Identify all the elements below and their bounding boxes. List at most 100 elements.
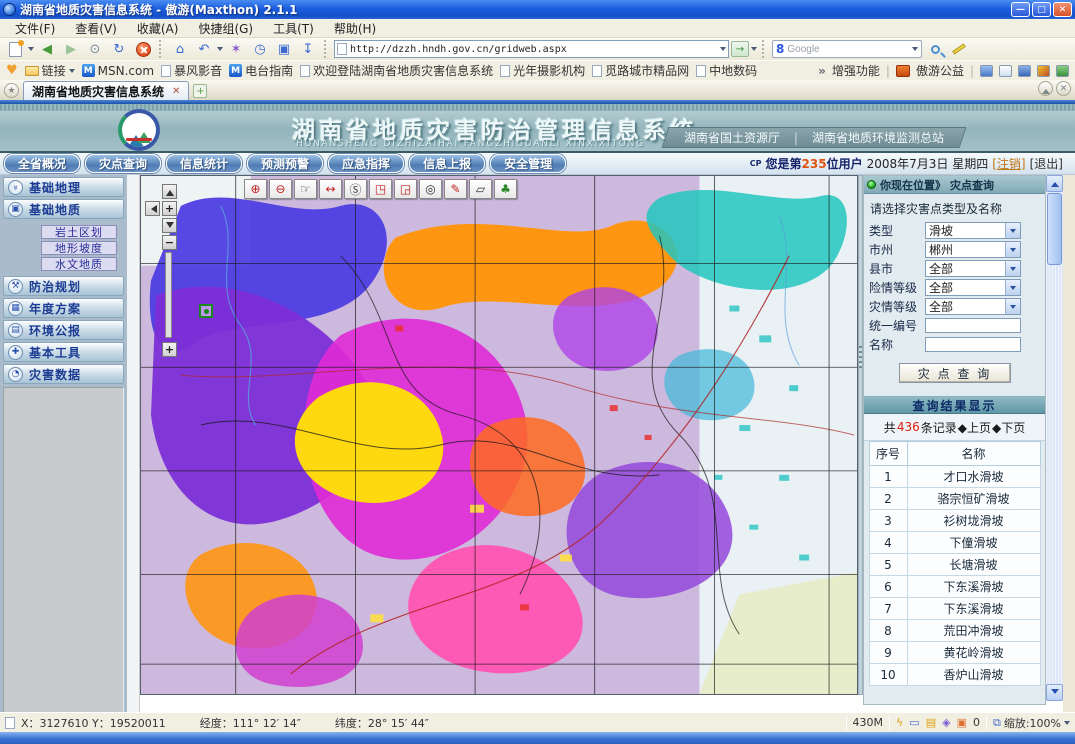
menu-favorites[interactable]: 收藏(A): [128, 19, 188, 38]
prev-page-link[interactable]: ◆上页: [958, 419, 991, 436]
undo-dropdown-icon[interactable]: [217, 47, 223, 54]
go-dropdown-icon[interactable]: [751, 47, 757, 54]
search-box[interactable]: 8: [772, 40, 922, 58]
risk-level-select[interactable]: 全部: [925, 279, 1021, 296]
zoom-step-in-button[interactable]: +: [162, 201, 177, 216]
exit-link[interactable]: [退出]: [1030, 155, 1063, 172]
zoom-dropdown-icon[interactable]: [1064, 721, 1070, 728]
result-row[interactable]: 6下东溪滑坡: [869, 576, 1040, 598]
search-dropdown-icon[interactable]: [912, 47, 918, 54]
nav-tab-emergency[interactable]: 应急指挥: [328, 154, 404, 173]
sidebar-item-base-geology[interactable]: ▣ 基础地质: [3, 199, 124, 219]
image-blocker-icon[interactable]: ▣: [957, 716, 967, 729]
stop-button[interactable]: [132, 40, 154, 59]
map-canvas[interactable]: [141, 176, 857, 694]
nav-tab-overview[interactable]: 全省概况: [4, 154, 80, 173]
link-zhongdi[interactable]: 中地数码: [696, 62, 757, 79]
menu-file[interactable]: 文件(F): [6, 19, 64, 38]
address-input[interactable]: [350, 44, 717, 55]
panels-button[interactable]: ▣: [273, 40, 295, 59]
identify-button[interactable]: ◎: [419, 179, 442, 199]
result-row[interactable]: 1才口水滑坡: [869, 466, 1040, 488]
link-baofeng[interactable]: 暴风影音: [161, 62, 222, 79]
link-msn[interactable]: M MSN.com: [82, 64, 154, 78]
search-engine-icon[interactable]: 8: [776, 42, 784, 56]
nav-tab-security[interactable]: 安全管理: [490, 154, 566, 173]
menu-view[interactable]: 查看(V): [66, 19, 126, 38]
sidebar-subitem-hydrogeology[interactable]: 水文地质: [41, 257, 117, 271]
city-select[interactable]: 郴州: [925, 241, 1021, 258]
zoom-slider[interactable]: [165, 252, 172, 338]
zoom-slider-plus-button[interactable]: +: [162, 342, 177, 357]
layers-icon[interactable]: [1018, 65, 1031, 77]
menu-help[interactable]: 帮助(H): [325, 19, 385, 38]
stack-icon[interactable]: ▤: [926, 716, 936, 729]
link-radio[interactable]: M 电台指南: [229, 62, 293, 79]
next-page-link[interactable]: ◆下页: [992, 419, 1025, 436]
sidebar-item-env-bulletin[interactable]: ▤ 环境公报: [3, 320, 124, 340]
tabbar-up-button[interactable]: [1038, 81, 1053, 96]
pan-left-button[interactable]: [145, 201, 160, 216]
charity-icon[interactable]: [896, 65, 910, 77]
pan-button[interactable]: ☞: [294, 179, 317, 199]
search-input[interactable]: [787, 44, 909, 55]
sidebar-item-disaster-data[interactable]: ◔ 灾害数据: [3, 364, 124, 384]
code-input[interactable]: [925, 318, 1021, 333]
search-button[interactable]: [924, 40, 946, 59]
zoom-step-out-button[interactable]: −: [162, 235, 177, 250]
dept-link-land-resources[interactable]: 湖南省国土资源厅: [684, 129, 780, 146]
disaster-level-select[interactable]: 全部: [925, 298, 1021, 315]
window-icon[interactable]: [999, 65, 1012, 77]
scroll-down-button[interactable]: [1046, 684, 1063, 701]
download-button[interactable]: ↧: [297, 40, 319, 59]
link-city[interactable]: 觅路城市精品网: [592, 62, 689, 79]
magic-fill-button[interactable]: ✶: [225, 40, 247, 59]
result-row[interactable]: 9黄花岭滑坡: [869, 642, 1040, 664]
nav-tab-info-report[interactable]: 信息上报: [409, 154, 485, 173]
new-tab-button[interactable]: [4, 40, 26, 59]
close-button[interactable]: ✕: [1053, 2, 1072, 17]
zoom-control[interactable]: ⧉ 缩放:100%: [993, 715, 1070, 731]
sidebar-item-prevention-plan[interactable]: ⚒ 防治规划: [3, 276, 124, 296]
active-tab[interactable]: 湖南省地质灾害信息系统 ✕: [23, 81, 189, 100]
result-row[interactable]: 4下僮滑坡: [869, 532, 1040, 554]
chevron-down-icon[interactable]: [1005, 223, 1020, 238]
chevron-down-icon[interactable]: [1005, 280, 1020, 295]
link-photo[interactable]: 光年摄影机构: [500, 62, 585, 79]
sidebar-splitter[interactable]: [127, 175, 140, 712]
menu-tools[interactable]: 工具(T): [264, 19, 323, 38]
result-row[interactable]: 7下东溪滑坡: [869, 598, 1040, 620]
measure-distance-button[interactable]: ↔: [319, 179, 342, 199]
history-button[interactable]: ◷: [249, 40, 271, 59]
result-row[interactable]: 3衫树垅滑坡: [869, 510, 1040, 532]
nav-tab-disaster-query[interactable]: 灾点查询: [85, 154, 161, 173]
more-links-button[interactable]: »: [818, 64, 826, 78]
stats-icon[interactable]: [1056, 65, 1069, 77]
favorites-heart-icon[interactable]: ♥: [6, 63, 18, 78]
clear-selection-button[interactable]: ◲: [394, 179, 417, 199]
zoom-in-button[interactable]: ⊕: [244, 179, 267, 199]
address-dropdown-icon[interactable]: [720, 47, 726, 54]
result-row[interactable]: 8荒田冲滑坡: [869, 620, 1040, 642]
map-viewport[interactable]: ⊕ ⊖ ☞ ↔ Ⓢ ◳ ◲ ◎ ✎ ▱ ♣ + − +: [140, 175, 858, 695]
maximize-button[interactable]: □: [1032, 2, 1051, 17]
pan-up-button[interactable]: [162, 184, 177, 199]
full-extent-button[interactable]: Ⓢ: [344, 179, 367, 199]
go-button[interactable]: →: [731, 41, 749, 57]
paint-icon[interactable]: [1037, 65, 1050, 77]
tab-close-icon[interactable]: ✕: [172, 86, 180, 97]
new-tab-dropdown-icon[interactable]: [28, 47, 34, 54]
menu-groups[interactable]: 快捷组(G): [189, 19, 262, 38]
result-row[interactable]: 2骆宗恒矿滑坡: [869, 488, 1040, 510]
name-input[interactable]: [925, 337, 1021, 352]
back-button[interactable]: ◀: [36, 40, 58, 59]
nav-tab-forecast-warning[interactable]: 预测预警: [247, 154, 323, 173]
chevron-down-icon[interactable]: [1005, 261, 1020, 276]
scrollbar-thumb[interactable]: [1047, 193, 1062, 265]
enhance-link[interactable]: 增强功能: [832, 62, 880, 79]
forward-button[interactable]: ▶: [60, 40, 82, 59]
zoom-out-button[interactable]: ⊖: [269, 179, 292, 199]
result-row[interactable]: 5长塘滑坡: [869, 554, 1040, 576]
new-tab-plus-button[interactable]: +: [193, 84, 207, 98]
sidebar-subitem-terrain-slope[interactable]: 地形坡度: [41, 241, 117, 255]
